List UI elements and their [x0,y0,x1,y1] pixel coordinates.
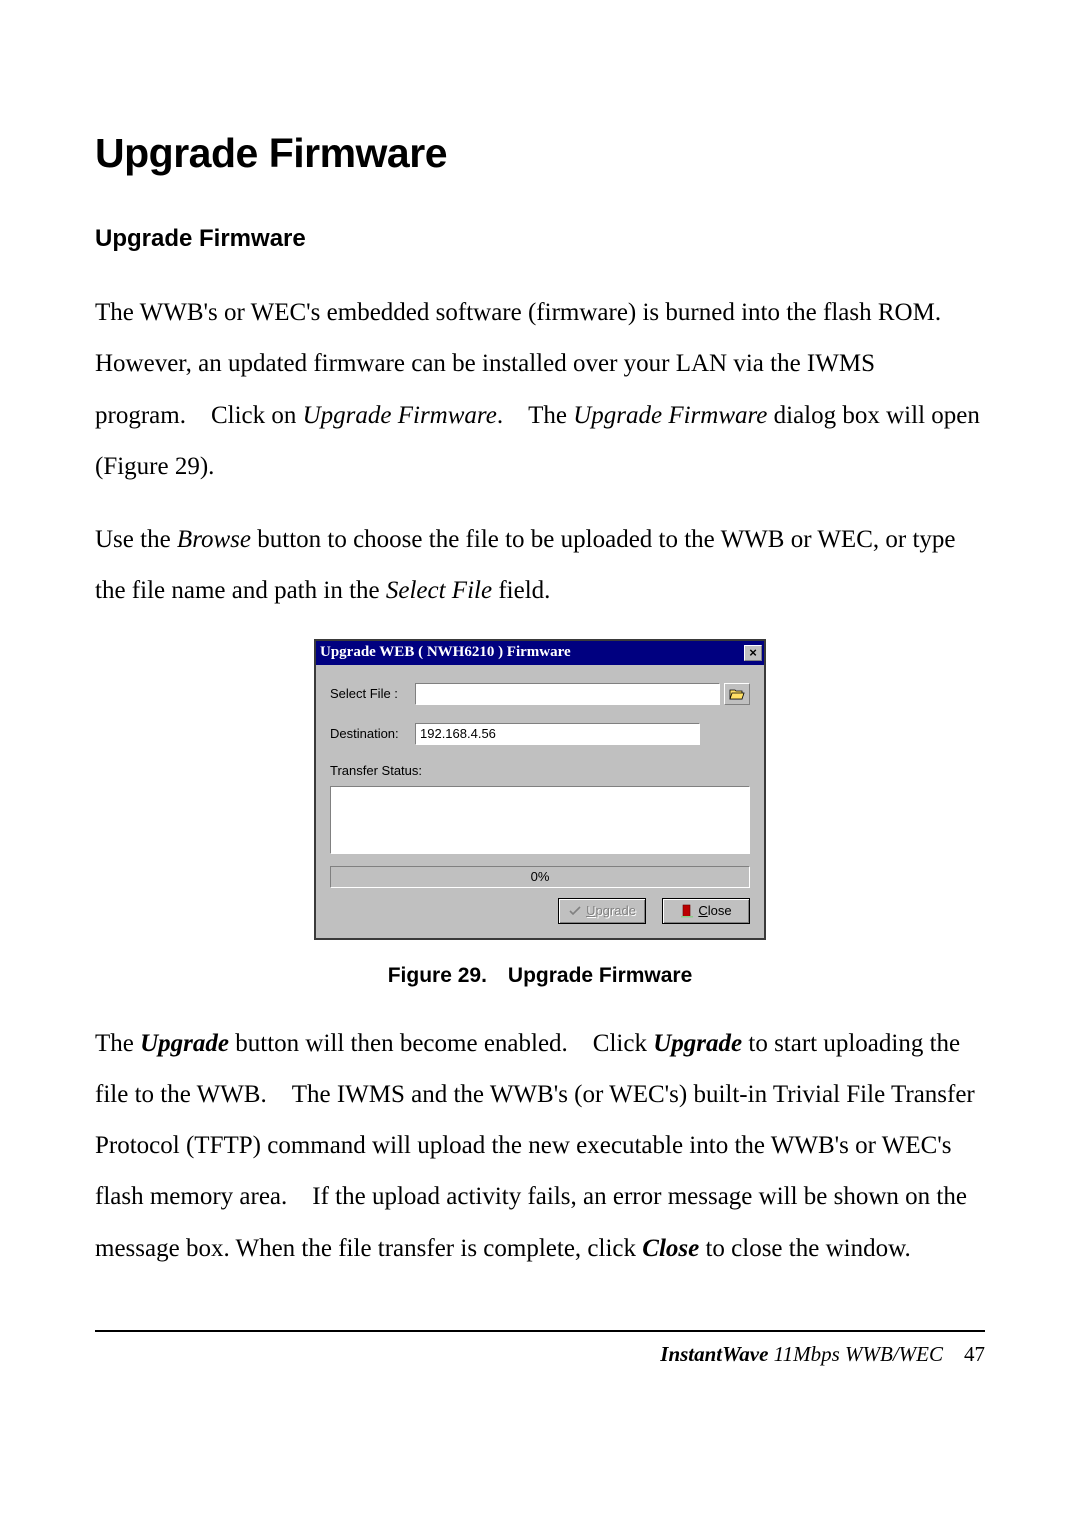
transfer-status-box [330,786,750,854]
dialog-titlebar: Upgrade WEB ( NWH6210 ) Firmware × [316,641,764,665]
body-paragraph-3: The Upgrade button will then become enab… [95,1018,985,1274]
select-file-label: Select File : [330,686,415,701]
page-number: 47 [964,1342,985,1366]
section-title: Upgrade Firmware [95,225,985,253]
bold-italic-term: Upgrade [140,1030,229,1057]
destination-input[interactable] [415,723,700,745]
figure-caption: Figure 29. Upgrade Firmware [95,964,985,988]
close-icon[interactable]: × [744,645,762,661]
italic-term: Upgrade Firmware [573,402,767,429]
text: to close the window. [699,1235,911,1262]
footer-divider [95,1330,985,1332]
door-exit-icon [680,904,694,918]
page-footer: InstantWave 11Mbps WWB/WEC 47 [95,1342,985,1367]
italic-term: Browse [177,526,251,553]
italic-term: Select File [386,577,492,604]
button-label: Upgrade [586,903,636,918]
button-label: Close [698,903,731,918]
check-icon [568,905,582,917]
text: . The [497,402,573,429]
progress-bar: 0% [330,866,750,888]
progress-text: 0% [531,869,550,884]
upgrade-button[interactable]: Upgrade [558,898,646,924]
bold-italic-term: Upgrade [653,1030,742,1057]
bold-italic-term: Close [642,1235,699,1262]
footer-product: InstantWave [660,1342,768,1366]
destination-label: Destination: [330,726,415,741]
text: to start uploading the file to the WWB. … [95,1030,975,1262]
dialog-title: Upgrade WEB ( NWH6210 ) Firmware [320,644,571,661]
body-paragraph-1: The WWB's or WEC's embedded software (fi… [95,287,985,492]
select-file-input[interactable] [415,683,720,705]
close-button[interactable]: Close [662,898,750,924]
folder-open-icon [729,687,745,700]
page-title: Upgrade Firmware [95,130,985,177]
upgrade-firmware-dialog: Upgrade WEB ( NWH6210 ) Firmware × Selec… [314,639,766,940]
text: Use the [95,526,177,553]
transfer-status-label: Transfer Status: [330,763,750,778]
body-paragraph-2: Use the Browse button to choose the file… [95,514,985,617]
italic-term: Upgrade Firmware [303,402,497,429]
text: field. [492,577,550,604]
text: The [95,1030,140,1057]
text: button will then become enabled. Click [229,1030,653,1057]
browse-button[interactable] [724,683,750,705]
footer-model: 11Mbps WWB/WEC [768,1342,964,1366]
